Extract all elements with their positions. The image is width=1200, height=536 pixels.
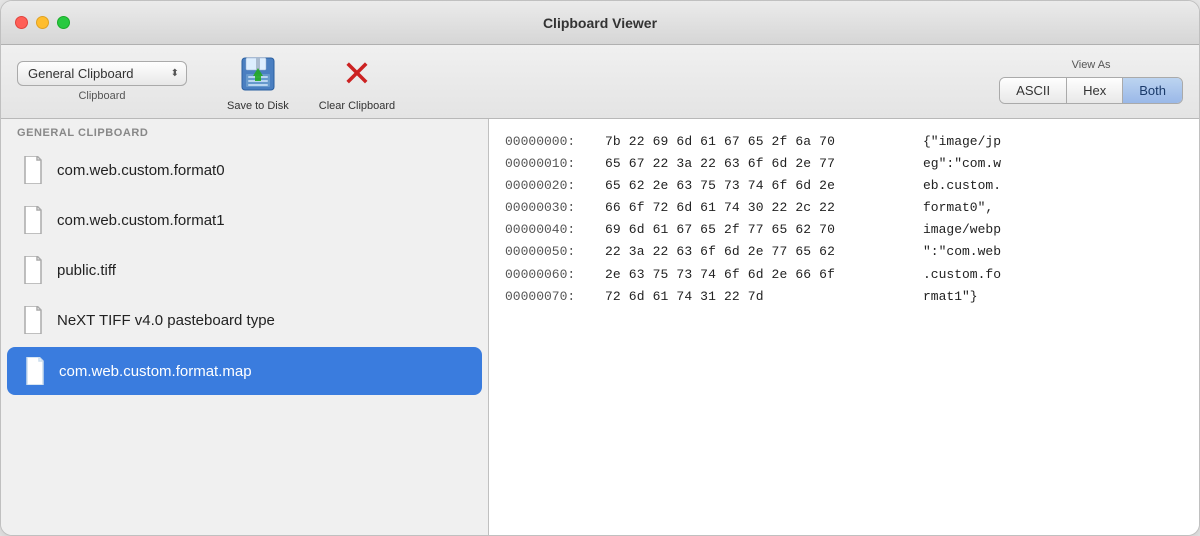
sidebar-item-format0[interactable]: com.web.custom.format0	[5, 146, 484, 194]
hex-bytes: 22 3a 22 63 6f 6d 2e 77 65 62	[605, 241, 915, 263]
hex-address: 00000020:	[505, 175, 605, 197]
toolbar-actions: Save to Disk ✕ Clear Clipboard	[227, 52, 395, 112]
clipboard-select[interactable]: General Clipboard Find Clipboard Drag Cl…	[17, 61, 187, 86]
save-to-disk-button[interactable]: Save to Disk	[227, 52, 289, 112]
file-icon	[21, 306, 45, 334]
hex-ascii: ":"com.web	[915, 241, 1001, 263]
hex-ascii: .custom.fo	[915, 264, 1001, 286]
sidebar-item-format1[interactable]: com.web.custom.format1	[5, 196, 484, 244]
toolbar: General Clipboard Find Clipboard Drag Cl…	[1, 45, 1199, 119]
hex-viewer: 00000000:7b 22 69 6d 61 67 65 2f 6a 70{"…	[489, 119, 1199, 535]
hex-row: 00000040:69 6d 61 67 65 2f 77 65 62 70im…	[505, 219, 1183, 241]
maximize-button[interactable]	[57, 16, 70, 29]
view-as-group: View As ASCII Hex Both	[999, 59, 1183, 104]
main-content: GENERAL CLIPBOARD com.web.custom.format0	[1, 119, 1199, 535]
clipboard-label: Clipboard	[78, 90, 125, 102]
file-icon-active	[23, 357, 47, 385]
hex-row: 00000050:22 3a 22 63 6f 6d 2e 77 65 62":…	[505, 241, 1183, 263]
clipboard-selector-group: General Clipboard Find Clipboard Drag Cl…	[17, 61, 187, 102]
hex-row: 00000070:72 6d 61 74 31 22 7drmat1"}	[505, 286, 1183, 308]
save-icon	[236, 52, 280, 96]
sidebar-item-format-map[interactable]: com.web.custom.format.map	[7, 347, 482, 395]
hex-row: 00000020:65 62 2e 63 75 73 74 6f 6d 2eeb…	[505, 175, 1183, 197]
ascii-button[interactable]: ASCII	[1000, 78, 1067, 103]
hex-ascii: {"image/jp	[915, 131, 1001, 153]
item-name-format1: com.web.custom.format1	[57, 212, 225, 229]
clipboard-select-wrapper: General Clipboard Find Clipboard Drag Cl…	[17, 61, 187, 86]
sidebar-item-next-tiff[interactable]: NeXT TIFF v4.0 pasteboard type	[5, 296, 484, 344]
hex-row: 00000000:7b 22 69 6d 61 67 65 2f 6a 70{"…	[505, 131, 1183, 153]
hex-bytes: 65 67 22 3a 22 63 6f 6d 2e 77	[605, 153, 915, 175]
hex-button[interactable]: Hex	[1067, 78, 1123, 103]
sidebar-header: GENERAL CLIPBOARD	[1, 119, 488, 145]
hex-address: 00000010:	[505, 153, 605, 175]
hex-row: 00000060:2e 63 75 73 74 6f 6d 2e 66 6f.c…	[505, 264, 1183, 286]
view-as-buttons: ASCII Hex Both	[999, 77, 1183, 104]
save-label: Save to Disk	[227, 100, 289, 112]
hex-ascii: format0",	[915, 197, 993, 219]
hex-row: 00000030:66 6f 72 6d 61 74 30 22 2c 22fo…	[505, 197, 1183, 219]
hex-ascii: eg":"com.w	[915, 153, 1001, 175]
sidebar-item-tiff[interactable]: public.tiff	[5, 246, 484, 294]
hex-bytes: 69 6d 61 67 65 2f 77 65 62 70	[605, 219, 915, 241]
hex-bytes: 7b 22 69 6d 61 67 65 2f 6a 70	[605, 131, 915, 153]
file-icon	[21, 256, 45, 284]
hex-row: 00000010:65 67 22 3a 22 63 6f 6d 2e 77eg…	[505, 153, 1183, 175]
hex-bytes: 72 6d 61 74 31 22 7d	[605, 286, 915, 308]
traffic-lights	[15, 16, 70, 29]
item-name-format-map: com.web.custom.format.map	[59, 363, 252, 380]
file-icon	[21, 156, 45, 184]
hex-bytes: 2e 63 75 73 74 6f 6d 2e 66 6f	[605, 264, 915, 286]
hex-address: 00000030:	[505, 197, 605, 219]
view-as-label: View As	[1072, 59, 1111, 71]
item-name-next-tiff: NeXT TIFF v4.0 pasteboard type	[57, 312, 275, 329]
clear-clipboard-button[interactable]: ✕ Clear Clipboard	[319, 52, 395, 112]
both-button[interactable]: Both	[1123, 78, 1182, 103]
hex-bytes: 65 62 2e 63 75 73 74 6f 6d 2e	[605, 175, 915, 197]
hex-address: 00000060:	[505, 264, 605, 286]
title-bar: Clipboard Viewer	[1, 1, 1199, 45]
clear-icon: ✕	[335, 52, 379, 96]
hex-address: 00000050:	[505, 241, 605, 263]
item-name-format0: com.web.custom.format0	[57, 162, 225, 179]
hex-ascii: rmat1"}	[915, 286, 978, 308]
hex-address: 00000040:	[505, 219, 605, 241]
sidebar: GENERAL CLIPBOARD com.web.custom.format0	[1, 119, 489, 535]
hex-ascii: eb.custom.	[915, 175, 1001, 197]
hex-address: 00000000:	[505, 131, 605, 153]
clear-label: Clear Clipboard	[319, 100, 395, 112]
hex-bytes: 66 6f 72 6d 61 74 30 22 2c 22	[605, 197, 915, 219]
minimize-button[interactable]	[36, 16, 49, 29]
hex-ascii: image/webp	[915, 219, 1001, 241]
window-title: Clipboard Viewer	[543, 15, 657, 31]
file-icon	[21, 206, 45, 234]
close-button[interactable]	[15, 16, 28, 29]
item-name-tiff: public.tiff	[57, 262, 116, 279]
hex-address: 00000070:	[505, 286, 605, 308]
